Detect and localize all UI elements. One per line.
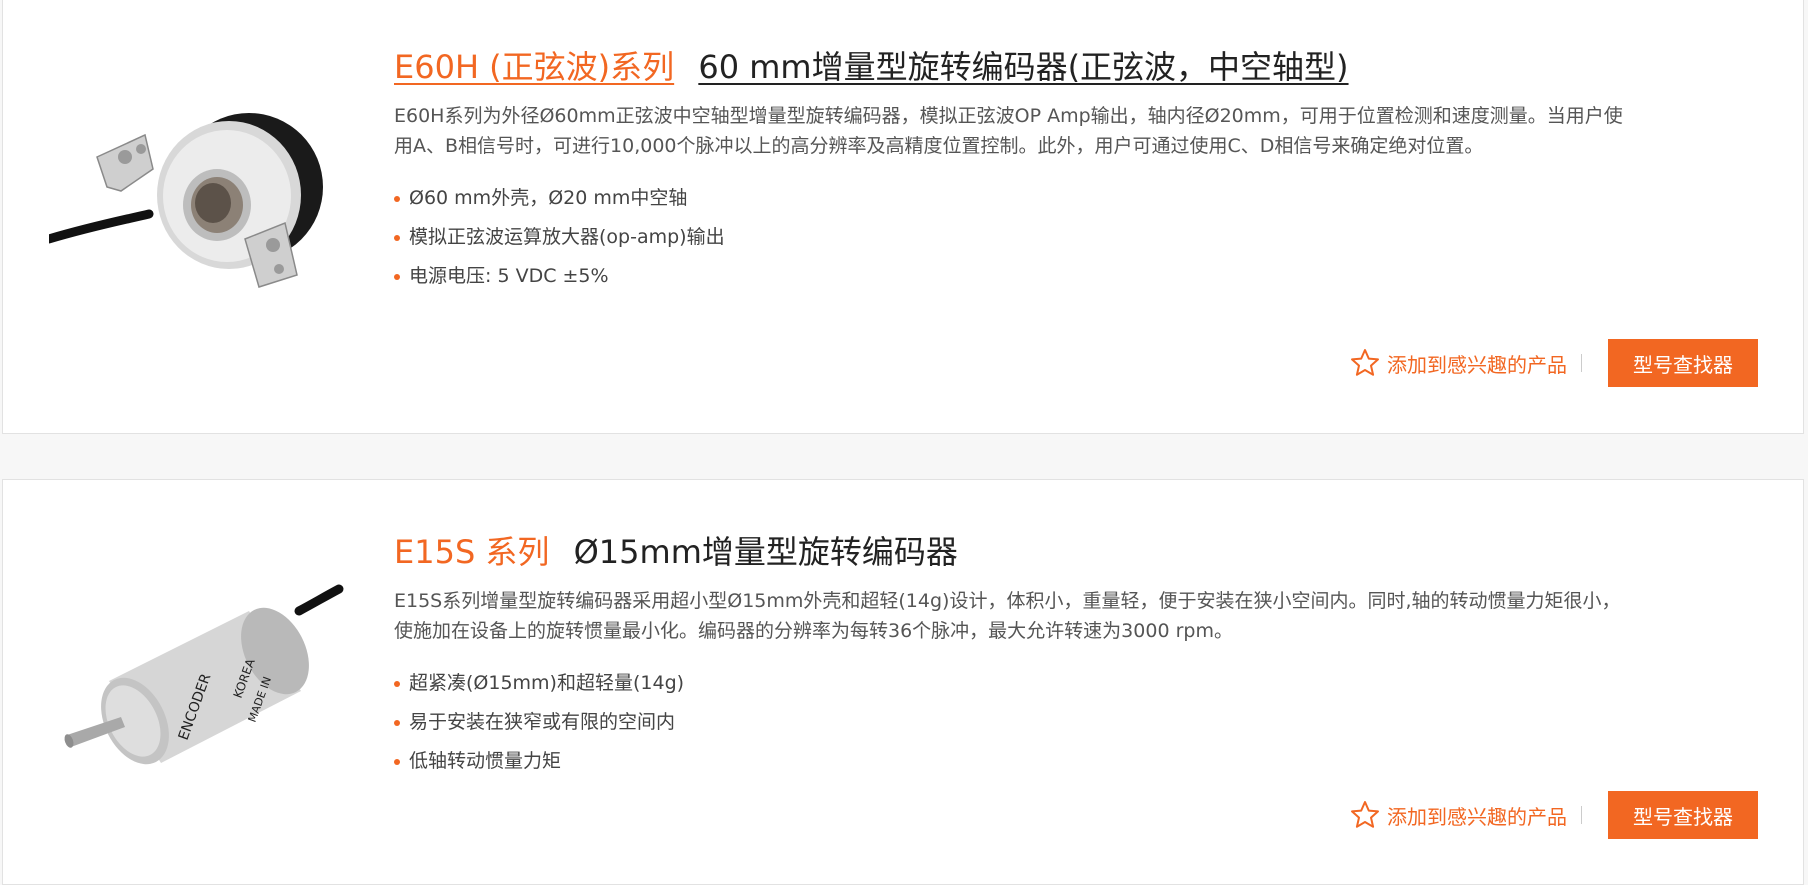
bullet-dot-icon — [394, 196, 400, 202]
product-actions: 添加到感兴趣的产品 型号查找器 — [1349, 791, 1758, 839]
bullet-dot-icon — [394, 759, 400, 765]
product-description: E15S系列增量型旋转编码器采用超小型Ø15mm外壳和超轻(14g)设计，体积小… — [394, 590, 1621, 642]
bullet-dot-icon — [394, 720, 400, 726]
series-link[interactable]: E60H (正弦波)系列 — [394, 48, 674, 86]
product-subtitle-link[interactable]: Ø15mm增量型旋转编码器 — [574, 533, 958, 571]
bullet-dot-icon — [394, 235, 400, 241]
feature-list: 超紧凑(Ø15mm)和超轻量(14g) 易于安装在狭窄或有限的空间内 低轴转动惯… — [394, 664, 1634, 781]
bullet-dot-icon — [394, 681, 400, 687]
model-finder-button[interactable]: 型号查找器 — [1608, 791, 1758, 839]
feature-list: Ø60 mm外壳，Ø20 mm中空轴 模拟正弦波运算放大器(op-amp)输出 … — [394, 179, 1634, 296]
feature-item: 超紧凑(Ø15mm)和超轻量(14g) — [394, 664, 1634, 703]
add-to-favorites-label: 添加到感兴趣的产品 — [1387, 352, 1567, 377]
product-description: E60H系列为外径Ø60mm正弦波中空轴型增量型旋转编码器，模拟正弦波OP Am… — [394, 105, 1623, 157]
add-to-favorites-button[interactable]: 添加到感兴趣的产品 — [1349, 799, 1567, 831]
feature-text: 电源电压: 5 VDC ±5% — [409, 265, 609, 287]
product-image-e15s[interactable]: ENCODER KOREA MADE IN — [49, 571, 349, 771]
feature-text: 低轴转动惯量力矩 — [409, 750, 562, 772]
bullet-dot-icon — [394, 274, 400, 280]
star-outline-icon — [1351, 801, 1379, 828]
feature-text: 易于安装在狭窄或有限的空间内 — [409, 711, 676, 733]
product-info-e15s: E15S 系列 Ø15mm增量型旋转编码器 E15S系列增量型旋转编码器采用超小… — [394, 530, 1634, 781]
feature-item: 易于安装在狭窄或有限的空间内 — [394, 703, 1634, 742]
product-info-e60h: E60H (正弦波)系列 60 mm增量型旋转编码器(正弦波，中空轴型) E60… — [394, 45, 1634, 296]
product-card-e15s: ENCODER KOREA MADE IN E15S 系列 Ø15mm增量型旋转… — [2, 479, 1804, 885]
feature-item: 低轴转动惯量力矩 — [394, 742, 1634, 781]
model-finder-button[interactable]: 型号查找器 — [1608, 339, 1758, 387]
feature-item: 模拟正弦波运算放大器(op-amp)输出 — [394, 218, 1634, 257]
product-actions: 添加到感兴趣的产品 型号查找器 — [1349, 339, 1758, 387]
divider — [1581, 806, 1582, 824]
product-title: E15S 系列 Ø15mm增量型旋转编码器 — [394, 530, 1634, 574]
product-title: E60H (正弦波)系列 60 mm增量型旋转编码器(正弦波，中空轴型) — [394, 45, 1634, 89]
add-to-favorites-button[interactable]: 添加到感兴趣的产品 — [1349, 347, 1567, 379]
feature-text: 超紧凑(Ø15mm)和超轻量(14g) — [409, 672, 685, 694]
series-link[interactable]: E15S 系列 — [394, 533, 549, 571]
add-to-favorites-label: 添加到感兴趣的产品 — [1387, 804, 1567, 829]
product-card-e60h: E60H (正弦波)系列 60 mm增量型旋转编码器(正弦波，中空轴型) E60… — [2, 0, 1804, 434]
feature-text: Ø60 mm外壳，Ø20 mm中空轴 — [409, 187, 688, 209]
product-subtitle-link[interactable]: 60 mm增量型旋转编码器(正弦波，中空轴型) — [698, 48, 1348, 86]
star-outline-icon — [1351, 349, 1379, 376]
feature-item: 电源电压: 5 VDC ±5% — [394, 257, 1634, 296]
feature-text: 模拟正弦波运算放大器(op-amp)输出 — [409, 226, 725, 248]
feature-item: Ø60 mm外壳，Ø20 mm中空轴 — [394, 179, 1634, 218]
product-image-e60h[interactable] — [44, 99, 349, 299]
divider — [1581, 354, 1582, 372]
